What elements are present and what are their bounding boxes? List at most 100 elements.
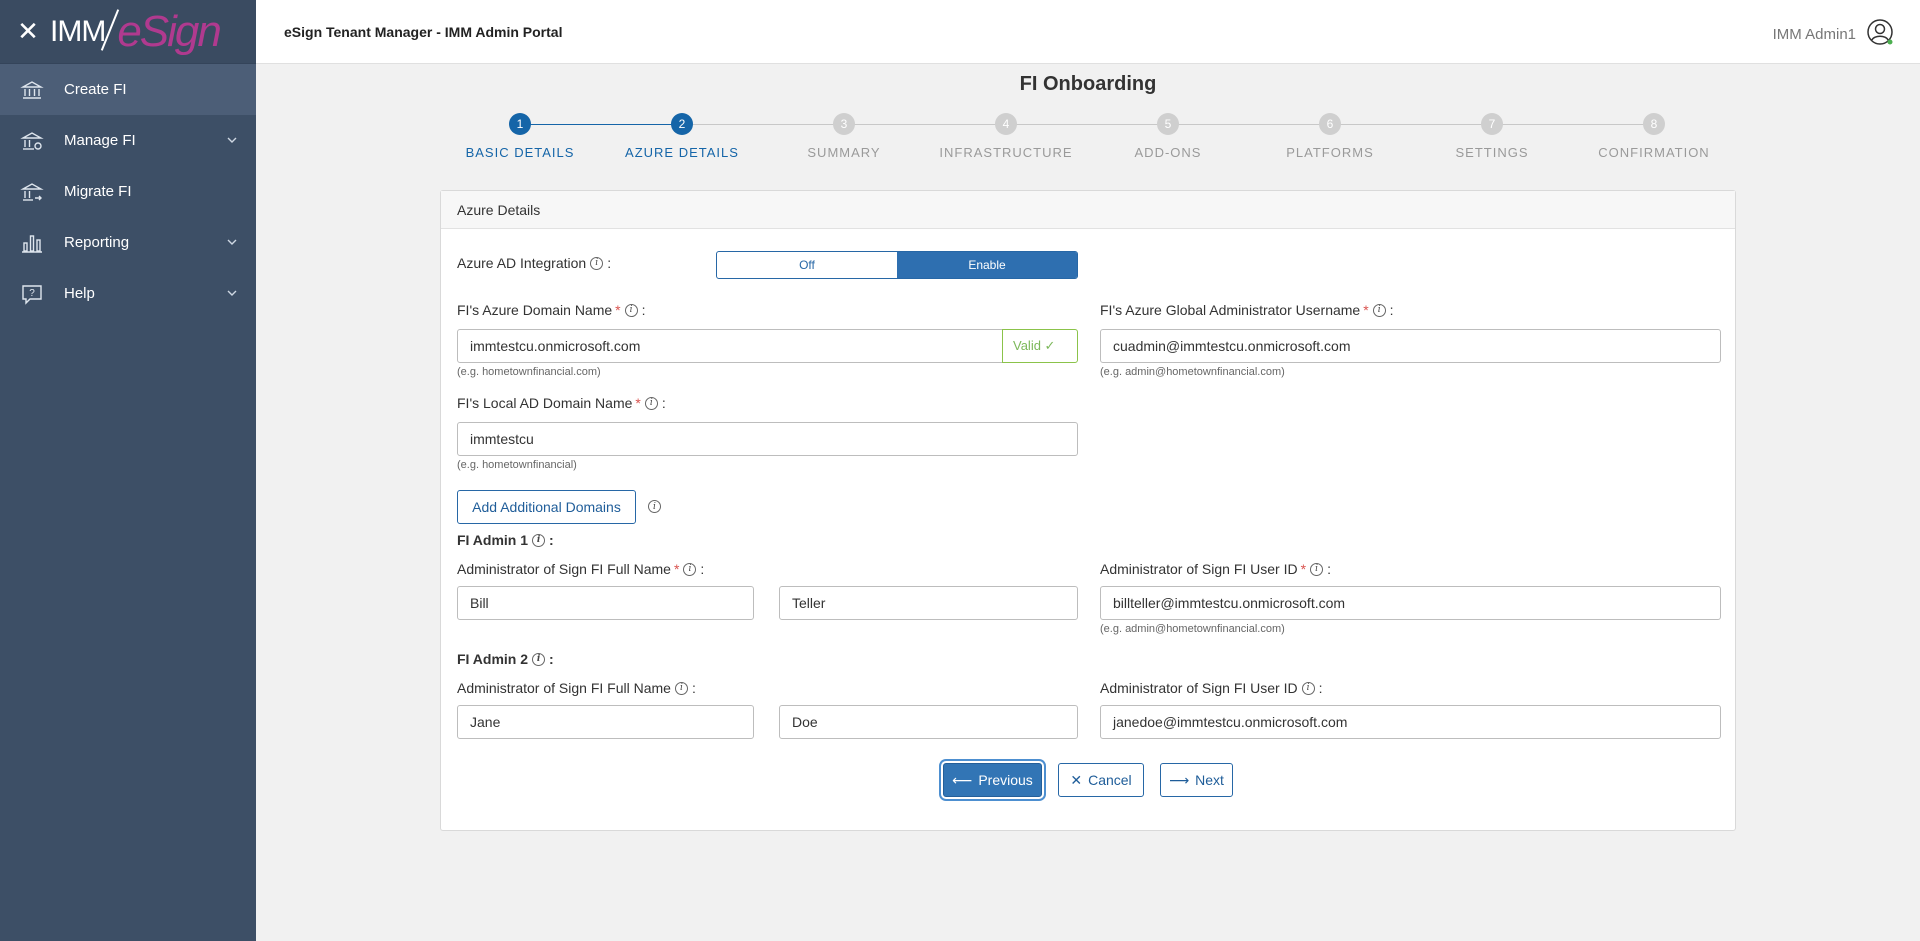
- admin1-id-hint: (e.g. admin@hometownfinancial.com): [1100, 623, 1285, 635]
- azure-domain-label-text: FI's Azure Domain Name: [457, 302, 613, 318]
- info-icon[interactable]: i: [1301, 681, 1315, 695]
- required-marker: *: [1363, 302, 1369, 318]
- local-domain-hint: (e.g. hometownfinancial): [457, 459, 577, 471]
- toggle-enable-option[interactable]: Enable: [897, 252, 1077, 278]
- global-admin-hint: (e.g. admin@hometownfinancial.com): [1100, 366, 1285, 378]
- step-number: 7: [1481, 113, 1503, 135]
- sidebar-item-label: Manage FI: [64, 132, 136, 149]
- local-domain-input[interactable]: immtestcu: [457, 422, 1078, 456]
- user-name: IMM Admin1: [1772, 26, 1856, 43]
- step-number: 8: [1643, 113, 1665, 135]
- cancel-label: Cancel: [1088, 772, 1132, 788]
- global-admin-label: FI's Azure Global Administrator Username…: [1100, 302, 1394, 318]
- global-admin-input[interactable]: cuadmin@immtestcu.onmicrosoft.com: [1100, 329, 1721, 363]
- azure-ad-label-text: Azure AD Integration: [457, 255, 587, 271]
- close-icon[interactable]: ✕: [0, 0, 56, 64]
- sidebar-item-migrate-fi[interactable]: Migrate FI: [0, 166, 256, 217]
- step-confirmation: 8 CONFIRMATION: [1573, 112, 1735, 160]
- step-label: SUMMARY: [807, 145, 881, 160]
- info-icon[interactable]: i: [624, 303, 638, 317]
- azure-ad-label: Azure AD Integration i:: [457, 255, 612, 271]
- admin1-first-name-input[interactable]: Bill: [457, 586, 754, 620]
- azure-domain-hint: (e.g. hometownfinancial.com): [457, 366, 601, 378]
- admin2-first-name-input[interactable]: Jane: [457, 705, 754, 739]
- step-number: 3: [833, 113, 855, 135]
- azure-domain-label: FI's Azure Domain Name * i:: [457, 302, 646, 318]
- step-label: CONFIRMATION: [1598, 145, 1710, 160]
- info-icon[interactable]: i: [1310, 562, 1324, 576]
- admin1-id-label: Administrator of Sign FI User ID * i:: [1100, 561, 1331, 577]
- step-label: PLATFORMS: [1286, 145, 1374, 160]
- user-avatar-icon: [1866, 18, 1894, 51]
- step-number: 4: [995, 113, 1017, 135]
- admin2-last-name-input[interactable]: Doe: [779, 705, 1078, 739]
- previous-button[interactable]: ⟵ Previous: [943, 763, 1042, 797]
- info-icon[interactable]: i: [683, 562, 697, 576]
- sidebar-header: ✕ IMM eSign: [0, 0, 256, 64]
- step-number: 5: [1157, 113, 1179, 135]
- arrow-right-icon: ⟶: [1169, 771, 1190, 788]
- admin1-last-name-input[interactable]: Teller: [779, 586, 1078, 620]
- step-summary: 3 SUMMARY: [763, 112, 925, 160]
- sidebar-item-reporting[interactable]: Reporting: [0, 217, 256, 268]
- info-icon[interactable]: i: [648, 500, 661, 513]
- admin1-name-label-text: Administrator of Sign FI Full Name: [457, 561, 671, 577]
- help-icon: ?: [20, 282, 44, 306]
- add-additional-domains-button[interactable]: Add Additional Domains: [457, 490, 636, 524]
- admin1-user-id-input[interactable]: billteller@immtestcu.onmicrosoft.com: [1100, 586, 1721, 620]
- logo-imm-text: IMM: [50, 14, 106, 48]
- azure-domain-input[interactable]: immtestcu.onmicrosoft.com: [457, 329, 1003, 363]
- global-admin-label-text: FI's Azure Global Administrator Username: [1100, 302, 1361, 318]
- page-title: FI Onboarding: [1019, 73, 1157, 95]
- top-header: eSign Tenant Manager - IMM Admin Portal …: [256, 0, 1920, 64]
- chevron-down-icon: [226, 235, 238, 252]
- user-menu[interactable]: IMM Admin1: [1773, 18, 1894, 51]
- onboarding-stepper: 1 BASIC DETAILS 2 AZURE DETAILS 3 SUMMAR…: [460, 112, 1709, 172]
- sidebar-item-help[interactable]: ? Help: [0, 268, 256, 319]
- step-label: INFRASTRUCTURE: [939, 145, 1073, 160]
- fi-admin-2-heading: FI Admin 2 i:: [457, 651, 554, 667]
- next-button[interactable]: ⟶ Next: [1160, 763, 1233, 797]
- required-marker: *: [615, 302, 621, 318]
- step-label: ADD-ONS: [1134, 145, 1202, 160]
- info-icon[interactable]: i: [532, 533, 546, 547]
- sidebar: ✕ IMM eSign Create FI Manage FI Migrate …: [0, 0, 256, 941]
- step-basic-details[interactable]: 1 BASIC DETAILS: [439, 112, 601, 160]
- sidebar-item-create-fi[interactable]: Create FI: [0, 64, 256, 115]
- previous-label: Previous: [978, 772, 1033, 788]
- chevron-down-icon: [226, 133, 238, 150]
- bank-gear-icon: [20, 129, 44, 153]
- step-platforms: 6 PLATFORMS: [1249, 112, 1411, 160]
- local-domain-label-text: FI's Local AD Domain Name: [457, 395, 633, 411]
- chevron-down-icon: [226, 286, 238, 303]
- info-icon[interactable]: i: [644, 396, 658, 410]
- info-icon[interactable]: i: [532, 652, 546, 666]
- admin2-id-label: Administrator of Sign FI User ID i:: [1100, 680, 1323, 696]
- info-icon[interactable]: i: [590, 256, 604, 270]
- admin2-user-id-input[interactable]: janedoe@immtestcu.onmicrosoft.com: [1100, 705, 1721, 739]
- fi-admin-1-title: FI Admin 1: [457, 532, 529, 548]
- admin2-name-label-text: Administrator of Sign FI Full Name: [457, 680, 671, 696]
- info-icon[interactable]: i: [1372, 303, 1386, 317]
- step-label: AZURE DETAILS: [625, 145, 739, 160]
- sidebar-item-label: Help: [64, 285, 95, 302]
- step-infrastructure: 4 INFRASTRUCTURE: [925, 112, 1087, 160]
- sidebar-item-manage-fi[interactable]: Manage FI: [0, 115, 256, 166]
- step-number: 6: [1319, 113, 1341, 135]
- azure-ad-toggle[interactable]: Off Enable: [716, 251, 1078, 279]
- admin1-name-label: Administrator of Sign FI Full Name * i:: [457, 561, 705, 577]
- portal-title: eSign Tenant Manager - IMM Admin Portal: [284, 23, 563, 40]
- fi-admin-1-heading: FI Admin 1 i:: [457, 532, 554, 548]
- fi-admin-2-title: FI Admin 2: [457, 651, 529, 667]
- admin2-id-label-text: Administrator of Sign FI User ID: [1100, 680, 1298, 696]
- step-azure-details[interactable]: 2 AZURE DETAILS: [601, 112, 763, 160]
- step-add-ons: 5 ADD-ONS: [1087, 112, 1249, 160]
- sidebar-item-label: Migrate FI: [64, 183, 132, 200]
- svg-text:?: ?: [29, 288, 35, 299]
- azure-details-card: Azure Details Azure AD Integration i: Of…: [440, 190, 1736, 831]
- info-icon[interactable]: i: [674, 681, 688, 695]
- bar-chart-icon: [20, 231, 44, 255]
- cancel-button[interactable]: ✕ Cancel: [1058, 763, 1144, 797]
- toggle-off-option[interactable]: Off: [717, 252, 897, 278]
- required-marker: *: [673, 561, 680, 577]
